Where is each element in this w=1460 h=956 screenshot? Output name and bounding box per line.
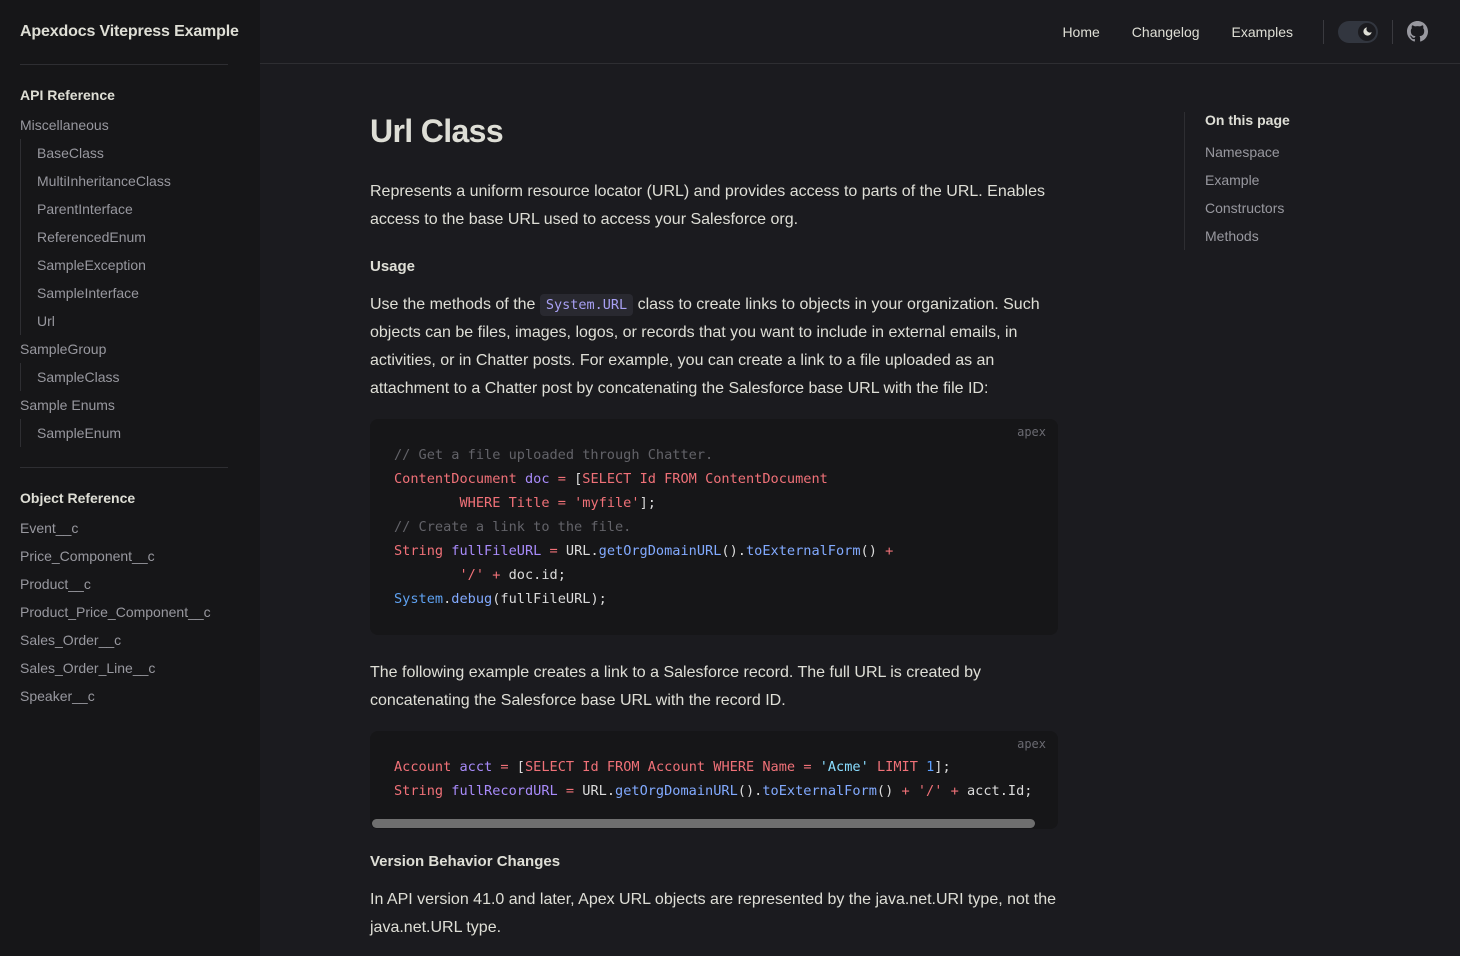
code-block-record-example[interactable]: apex Account acct = [SELECT Id FROM Acco… [370,731,1058,830]
sidebar-section-samplegroup[interactable]: SampleGroup [20,335,228,363]
github-icon[interactable] [1407,21,1428,42]
nav-link-examples[interactable]: Examples [1216,0,1309,64]
sidebar-group-title-object: Object Reference [20,490,136,506]
sidebar-group-api-reference: API Reference Miscellaneous BaseClass Mu… [20,81,228,447]
code-content-1[interactable]: // Get a file uploaded through Chatter. … [370,419,1058,635]
example-paragraph: The following example creates a link to … [370,664,981,710]
outline-link-constructors[interactable]: Constructors [1205,194,1408,222]
outline-title: On this page [1205,112,1290,128]
sidebar-item-speaker-c[interactable]: Speaker__c [20,682,228,710]
sidebar-children-samplegroup: SampleClass [20,363,228,391]
intro-paragraph: Represents a uniform resource locator (U… [370,183,1045,229]
version-behavior-heading: Version Behavior Changes [370,853,561,871]
scrollbar-thumb[interactable] [372,819,1036,829]
usage-heading: Usage [370,258,416,276]
usage-text-before: Use the methods of the [370,296,540,314]
sidebar-item-sampleenum[interactable]: SampleEnum [37,419,228,447]
sidebar-section-sample-enums[interactable]: Sample Enums [20,391,228,419]
sidebar-children-miscellaneous: BaseClass MultiInheritanceClass ParentIn… [20,139,228,335]
sidebar-item-baseclass[interactable]: BaseClass [37,139,228,167]
moon-icon [1358,22,1376,41]
sidebar-group-title: API Reference [20,87,115,103]
sidebar-divider-top [20,64,228,65]
outline-link-example[interactable]: Example [1205,166,1408,194]
sidebar-item-price-component-c[interactable]: Price_Component__c [20,542,228,570]
sidebar-section-miscellaneous[interactable]: Miscellaneous [20,111,228,139]
sidebar-children-sample-enums: SampleEnum [20,419,228,447]
sidebar-item-event-c[interactable]: Event__c [20,514,228,542]
site-title[interactable]: Apexdocs Vitepress Example [20,0,239,64]
nav-link-changelog[interactable]: Changelog [1116,0,1216,64]
sidebar-divider-middle [20,467,228,468]
version-behavior-paragraph: In API version 41.0 and later, Apex URL … [370,891,1057,937]
outline-link-methods[interactable]: Methods [1205,222,1408,250]
sidebar-item-product-c[interactable]: Product__c [20,570,228,598]
sidebar-item-sampleclass[interactable]: SampleClass [37,363,228,391]
sidebar-item-product-price-component-c[interactable]: Product_Price_Component__c [20,598,228,626]
nav-links: Home Changelog Examples [1046,0,1309,64]
top-navbar: Home Changelog Examples [260,0,1460,64]
nav-link-home[interactable]: Home [1046,0,1115,64]
code-horizontal-scrollbar[interactable] [370,819,1058,830]
dark-mode-toggle[interactable] [1338,20,1378,43]
inline-code-system-url: System.URL [539,294,634,317]
usage-paragraph: Use the methods of the System.URL class … [370,291,1060,403]
sidebar-item-sampleexception[interactable]: SampleException [37,251,228,279]
code-language-label-2: apex [1017,737,1046,752]
code-block-chatter-example[interactable]: apex // Get a file uploaded through Chat… [370,419,1058,636]
nav-divider-2 [1392,19,1393,44]
sidebar-item-url[interactable]: Url [37,307,228,335]
on-this-page-outline: On this page Namespace Example Construct… [1160,64,1440,250]
sidebar-item-sales-order-c[interactable]: Sales_Order__c [20,626,228,654]
sidebar-item-sampleinterface[interactable]: SampleInterface [37,279,228,307]
sidebar-item-multiinheritanceclass[interactable]: MultiInheritanceClass [37,167,228,195]
sidebar-item-referencedenum[interactable]: ReferencedEnum [37,223,228,251]
sidebar-group-object-reference: Object Reference Event__c Price_Componen… [20,484,228,710]
sidebar-item-sales-order-line-c[interactable]: Sales_Order_Line__c [20,654,228,682]
outline-link-namespace[interactable]: Namespace [1205,138,1408,166]
code-content-2[interactable]: Account acct = [SELECT Id FROM Account W… [370,731,1058,819]
sidebar-item-parentinterface[interactable]: ParentInterface [37,195,228,223]
nav-divider-1 [1323,19,1324,44]
code-language-label: apex [1017,425,1046,440]
sidebar: Apexdocs Vitepress Example API Reference… [0,0,260,956]
page-title: Url Class [370,113,504,149]
